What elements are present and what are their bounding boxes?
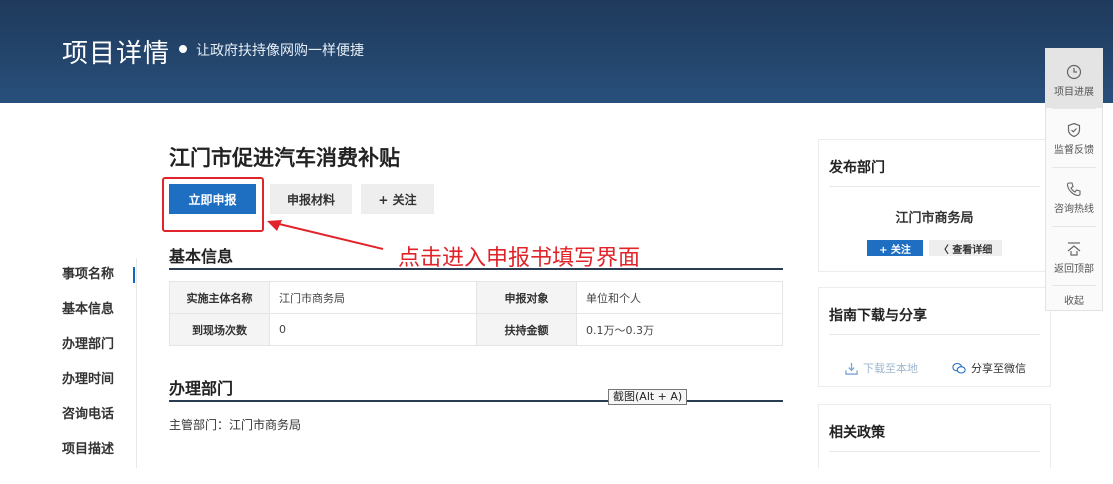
guide-card: 指南下载与分享 下载至本地 分享至微信 [818,287,1051,387]
table-label: 实施主体名称 [169,281,270,314]
card-divider [829,186,1040,187]
float-label: 监督反馈 [1054,145,1094,156]
table-label: 申报对象 [476,281,577,314]
guide-title: 指南下载与分享 [829,308,927,324]
publisher-card: 发布部门 江门市商务局 + 关注 〈 查看详细 [818,139,1051,272]
float-item-back-to-top[interactable]: 返回顶部 [1046,241,1102,275]
collapse-button[interactable]: 收起 [1046,292,1102,307]
anchor-nav: 事项名称 基本信息 办理部门 办理时间 咨询电话 项目描述 [62,264,142,474]
float-item-progress[interactable]: 项目进展 [1046,49,1102,108]
publisher-title: 发布部门 [829,160,885,176]
nav-item-time[interactable]: 办理时间 [62,369,142,404]
table-label: 到现场次数 [169,313,270,346]
download-label: 下载至本地 [863,362,918,375]
nav-item-phone[interactable]: 咨询电话 [62,404,142,439]
card-divider [829,451,1040,452]
shield-icon [1067,122,1081,138]
table-label: 扶持金额 [476,313,577,346]
clock-icon [1066,64,1082,80]
nav-item-name[interactable]: 事项名称 [62,264,142,299]
publisher-details-button[interactable]: 〈 查看详细 [929,240,1002,256]
table-value: 0.1万～0.3万 [576,313,783,346]
table-value: 0 [269,313,477,346]
float-separator [1052,167,1096,168]
floating-toolbar: 项目进展 监督反馈 咨询热线 返回顶部 收起 [1045,48,1103,311]
download-link[interactable]: 下载至本地 [845,360,918,376]
page-title: 项目详情 [62,39,171,69]
department-line: 主管部门：江门市商务局 [169,418,302,432]
annotation-arrow-icon [267,220,384,250]
float-separator [1052,285,1096,286]
card-divider [829,334,1040,335]
follow-button[interactable]: + 关注 [361,184,434,214]
basic-info-title: 基本信息 [169,247,234,266]
page-header: 项目详情 让政府扶持像网购一样便捷 [0,0,1113,103]
wechat-icon [952,362,966,373]
screenshot-tooltip: 截图(Alt + A) [608,389,688,405]
float-separator [1052,226,1096,227]
download-icon [845,362,858,375]
project-title: 江门市促进汽车消费补贴 [169,146,400,170]
float-label: 项目进展 [1054,87,1094,98]
float-separator [1052,108,1096,109]
page-subtitle: 让政府扶持像网购一样便捷 [196,43,364,59]
float-label: 返回顶部 [1054,264,1094,275]
table-row: 实施主体名称 江门市商务局 申报对象 单位和个人 [169,281,783,314]
table-value: 江门市商务局 [269,281,477,314]
table-row: 到现场次数 0 扶持金额 0.1万～0.3万 [169,313,783,346]
nav-item-basic-info[interactable]: 基本信息 [62,299,142,334]
department-title: 办理部门 [169,379,234,398]
share-wechat-link[interactable]: 分享至微信 [952,360,1026,376]
department-divider [169,400,783,402]
float-item-feedback[interactable]: 监督反馈 [1046,122,1102,156]
table-value: 单位和个人 [576,281,783,314]
nav-divider [136,258,137,468]
share-label: 分享至微信 [971,362,1026,375]
basic-info-divider [169,268,783,270]
title-dot [179,45,187,53]
back-to-top-icon [1067,242,1081,256]
policy-card: 相关政策 [818,404,1051,468]
policy-title: 相关政策 [829,425,885,441]
publisher-name: 江门市商务局 [895,211,974,226]
float-item-hotline[interactable]: 咨询热线 [1046,181,1102,215]
annotation-highlight-box [162,177,264,232]
basic-info-table: 实施主体名称 江门市商务局 申报对象 单位和个人 到现场次数 0 扶持金额 0.… [169,281,783,346]
nav-item-department[interactable]: 办理部门 [62,334,142,369]
nav-item-description[interactable]: 项目描述 [62,439,142,474]
float-label: 咨询热线 [1054,204,1094,215]
materials-button[interactable]: 申报材料 [270,184,352,214]
publisher-follow-button[interactable]: + 关注 [867,240,923,256]
phone-icon [1066,182,1081,197]
